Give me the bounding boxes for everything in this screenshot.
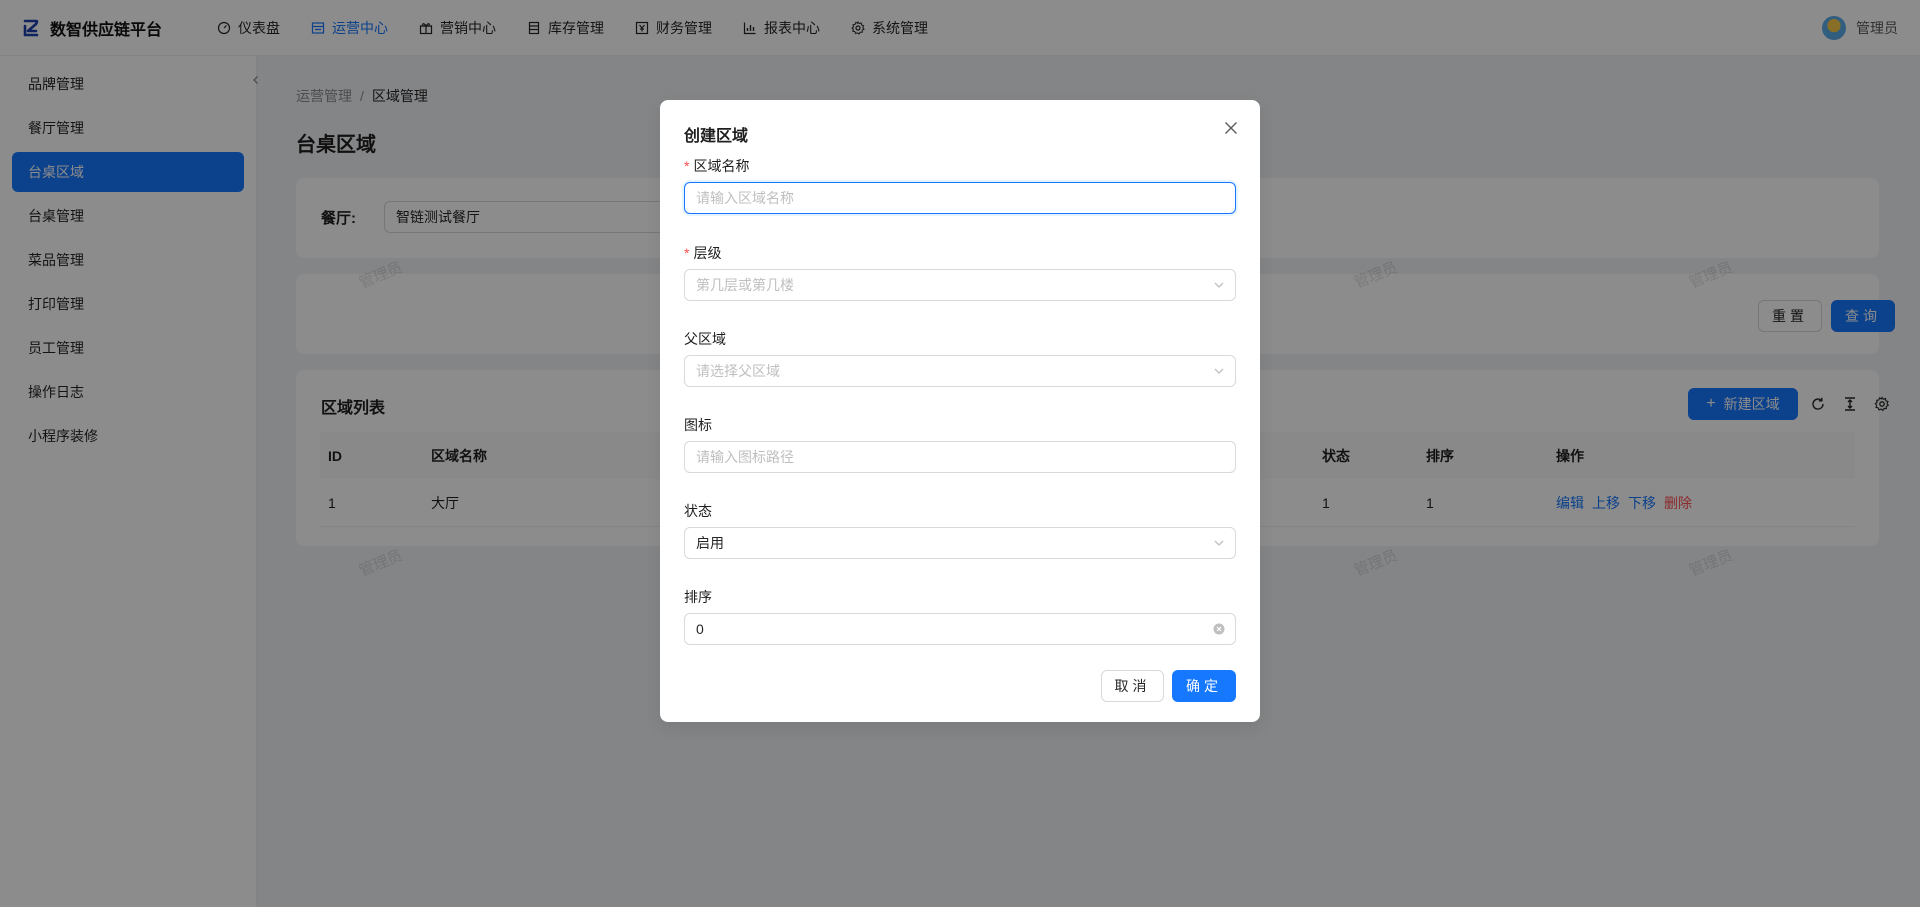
parent-region-select[interactable]: 请选择父区域 [684,355,1236,387]
cancel-button[interactable]: 取消 [1101,670,1164,702]
region-name-input[interactable]: 请输入区域名称 [684,182,1236,214]
icon-path-placeholder: 请输入图标路径 [696,449,794,465]
parent-region-label: 父区域 [684,331,726,347]
level-placeholder: 第几层或第几楼 [696,277,794,293]
icon-label: 图标 [684,417,712,433]
parent-region-placeholder: 请选择父区域 [696,363,780,379]
sort-input[interactable]: 0 [684,613,1236,645]
level-label: * 层级 [684,245,722,261]
confirm-button[interactable]: 确定 [1172,670,1236,702]
sort-label: 排序 [684,589,712,605]
sort-value: 0 [696,621,704,637]
required-mark: * [684,245,690,261]
modal-close-button[interactable] [1220,117,1242,139]
status-select[interactable]: 启用 [684,527,1236,559]
status-value: 启用 [696,535,724,551]
clear-icon[interactable] [1213,623,1225,635]
level-select[interactable]: 第几层或第几楼 [684,269,1236,301]
status-label: 状态 [684,503,712,519]
modal-title: 创建区域 [684,128,749,145]
close-icon [1225,122,1237,134]
required-mark: * [684,158,690,174]
chevron-down-icon [1214,540,1224,546]
create-region-modal: 创建区域 * 区域名称 请输入区域名称 * 层级 第几层或第几楼 父区域 请选择父区… [660,100,1260,722]
chevron-down-icon [1214,282,1224,288]
region-name-label: * 区域名称 [684,158,750,174]
region-name-placeholder: 请输入区域名称 [696,190,794,206]
chevron-down-icon [1214,368,1224,374]
icon-path-input[interactable]: 请输入图标路径 [684,441,1236,473]
